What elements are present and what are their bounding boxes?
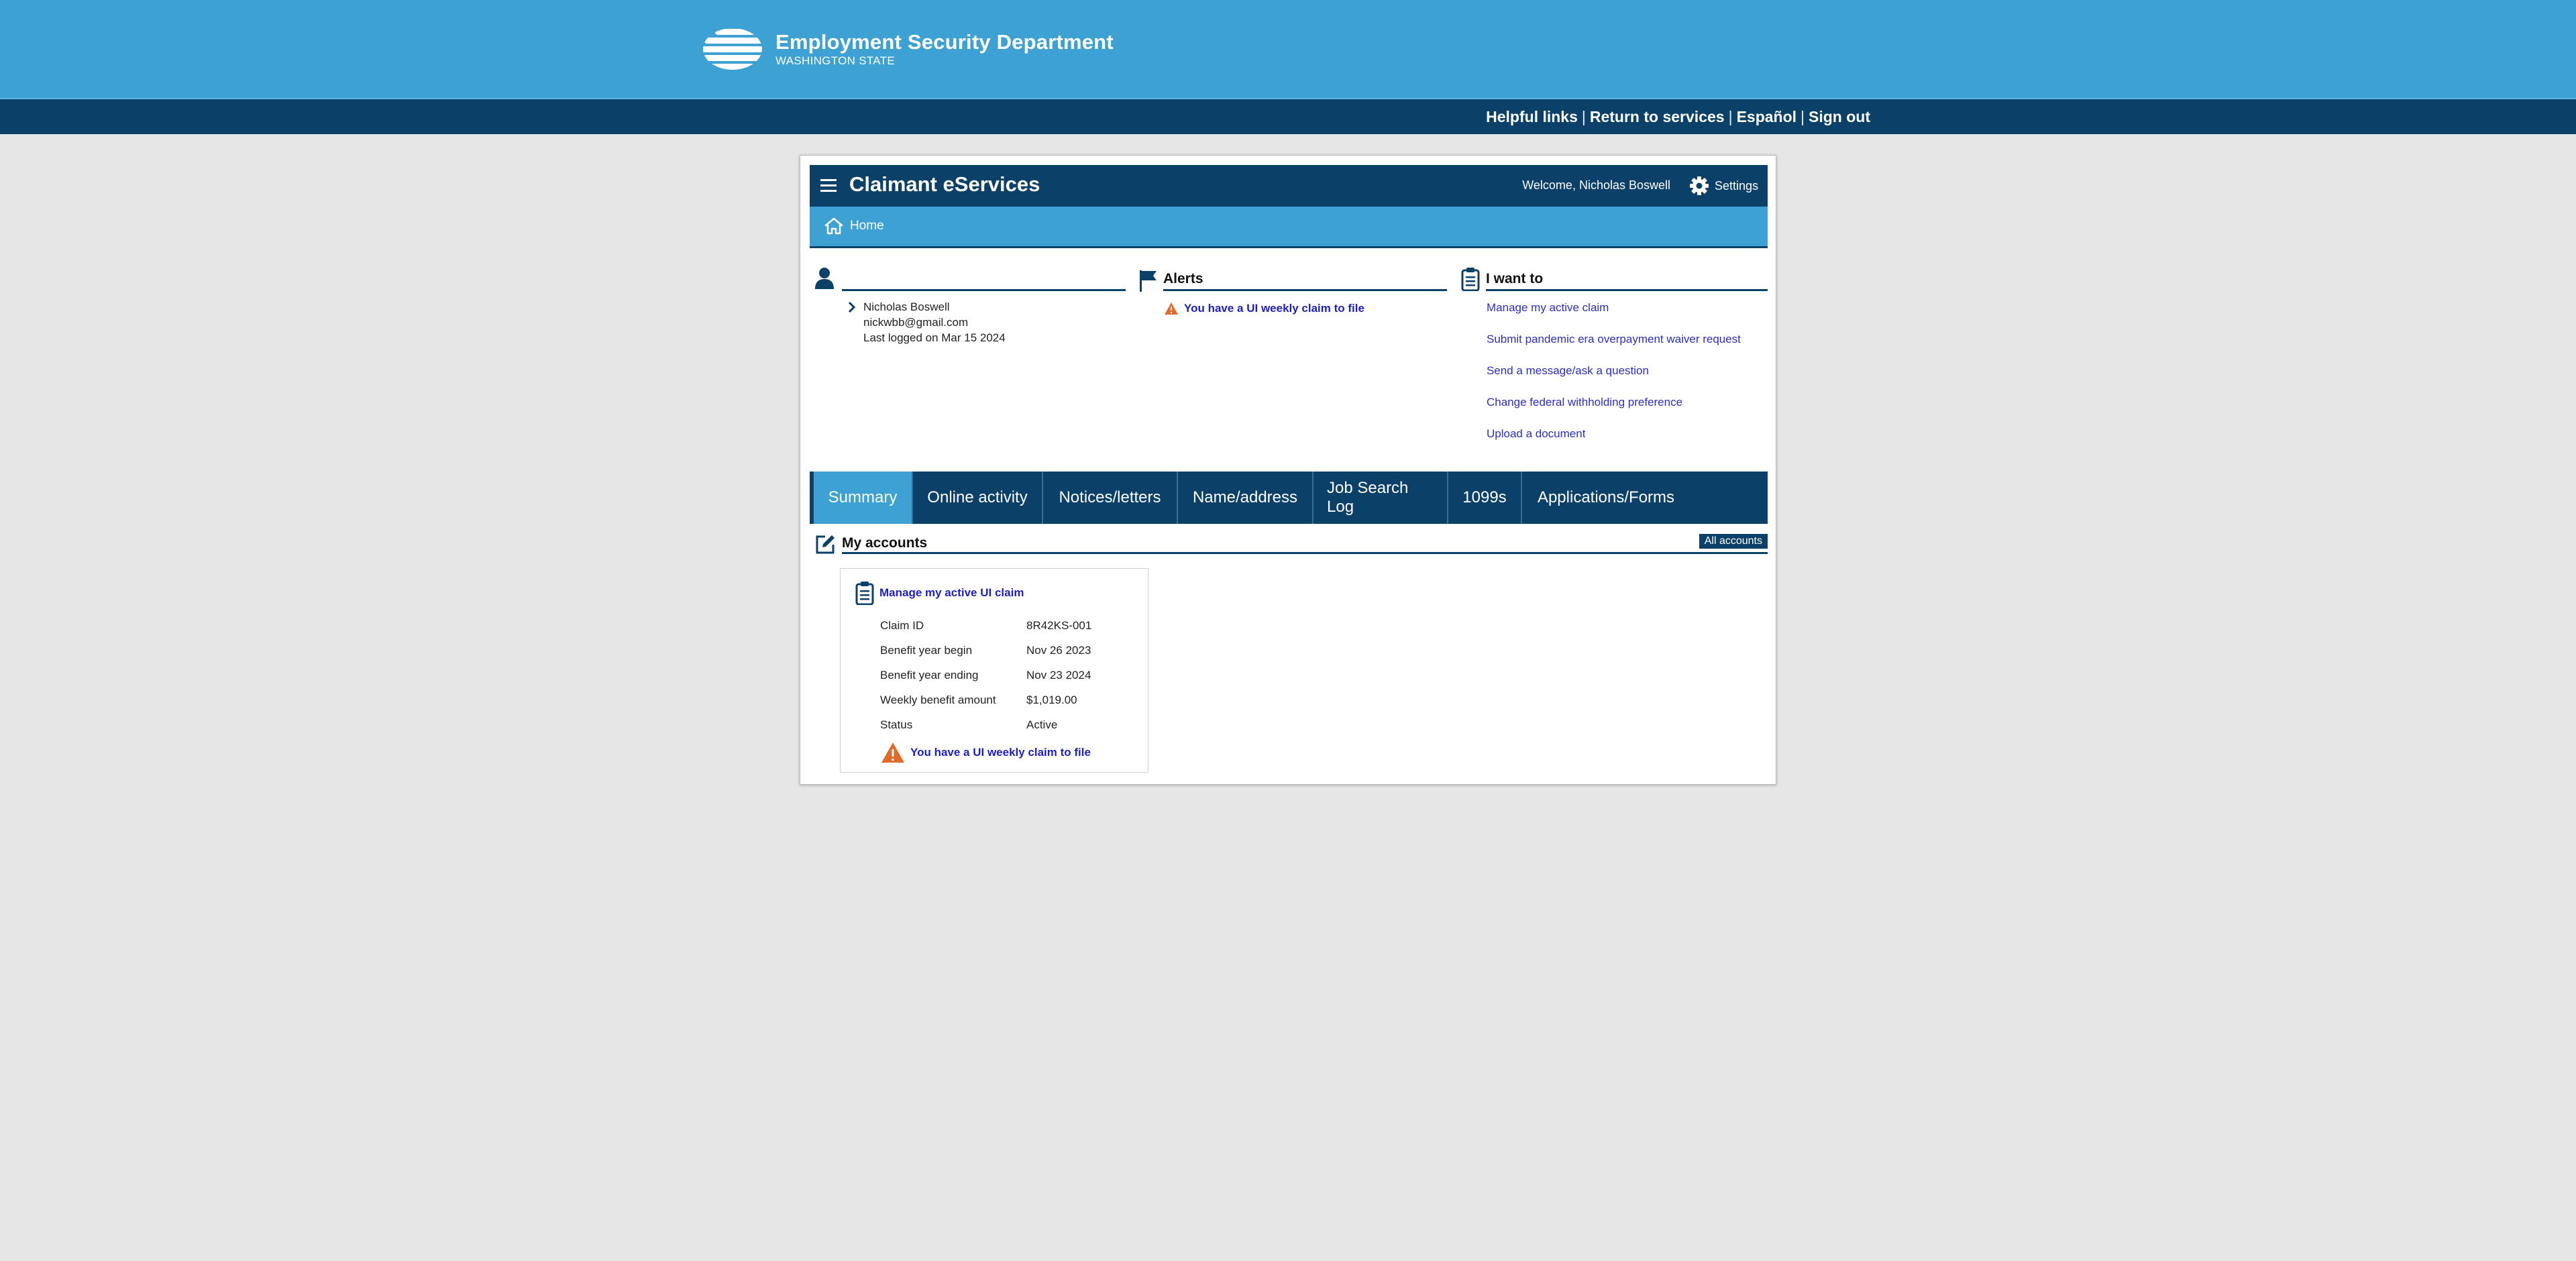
separator: | [1801, 107, 1805, 125]
user-icon [815, 268, 834, 289]
breadcrumb-home-label: Home [850, 219, 884, 233]
alert-item[interactable]: You have a UI weekly claim to file [1164, 302, 1364, 315]
welcome-text: Welcome, Nicholas Boswell [1522, 178, 1670, 192]
card-alert[interactable]: You have a UI weekly claim to file [881, 742, 1091, 763]
main-panel: Claimant eServices Welcome, Nicholas Bos… [800, 155, 1776, 785]
gear-icon [1689, 176, 1709, 195]
last-login: Last logged on Mar 15 2024 [863, 331, 1006, 344]
status-value: Active [1026, 718, 1058, 731]
helpful-links-link[interactable]: Helpful links [1486, 108, 1578, 126]
warning-icon [881, 743, 904, 763]
i-want-to-links: Manage my active claim Submit pandemic e… [1487, 300, 1741, 458]
org-name: Employment Security Department [775, 30, 1114, 54]
flag-icon [1140, 270, 1157, 292]
return-to-services-link[interactable]: Return to services [1590, 108, 1725, 126]
upload-document-link[interactable]: Upload a document [1487, 427, 1741, 458]
utility-bar: Helpful links | Return to services | Esp… [0, 98, 2576, 134]
user-info: Nicholas Boswell nickwbb@gmail.com Last … [863, 299, 1006, 345]
esd-logo-icon [703, 29, 762, 70]
utility-nav: Helpful links | Return to services | Esp… [1486, 99, 1870, 134]
clipboard-icon [1461, 268, 1480, 291]
separator: | [1728, 107, 1733, 125]
i-want-to-heading: I want to [1486, 271, 1768, 291]
tab-notices-letters[interactable]: Notices/letters [1043, 472, 1178, 524]
withholding-preference-link[interactable]: Change federal withholding preference [1487, 395, 1741, 427]
tab-1099s[interactable]: 1099s [1448, 472, 1522, 524]
weekly-benefit-value: $1,019.00 [1026, 694, 1077, 706]
my-accounts-title: My accounts [842, 535, 928, 551]
benefit-year-ending-value: Nov 23 2024 [1026, 669, 1091, 681]
send-message-link[interactable]: Send a message/ask a question [1487, 364, 1741, 395]
warning-icon [1165, 303, 1178, 315]
benefit-year-begin-label: Benefit year begin [880, 644, 973, 657]
org-sub: WASHINGTON STATE [775, 54, 895, 67]
esd-logo[interactable]: Employment Security Department WASHINGTO… [702, 25, 1118, 72]
claim-id-label: Claim ID [880, 619, 924, 632]
alerts-heading: Alerts [1163, 271, 1447, 291]
tab-bar: Summary Online activity Notices/letters … [810, 472, 1768, 524]
site-banner: Employment Security Department WASHINGTO… [0, 0, 2576, 98]
tab-summary[interactable]: Summary [810, 472, 913, 524]
overpayment-waiver-link[interactable]: Submit pandemic era overpayment waiver r… [1487, 332, 1741, 364]
settings-label: Settings [1714, 178, 1758, 193]
breadcrumb-bar: Home [810, 207, 1768, 248]
tab-job-search-log[interactable]: Job Search Log [1313, 472, 1448, 524]
tab-online-activity[interactable]: Online activity [913, 472, 1043, 524]
weekly-benefit-label: Weekly benefit amount [880, 694, 996, 706]
claim-id-value: 8R42KS-001 [1026, 619, 1092, 632]
manage-ui-claim-link[interactable]: Manage my active UI claim [879, 586, 1024, 600]
user-email: nickwbb@gmail.com [863, 316, 969, 329]
app-header: Claimant eServices Welcome, Nicholas Bos… [810, 165, 1768, 207]
my-accounts-heading: My accounts All accounts [842, 534, 1768, 554]
clipboard-icon [855, 582, 874, 605]
benefit-year-begin-value: Nov 26 2023 [1026, 644, 1091, 657]
edit-icon [816, 535, 835, 554]
app-title: Claimant eServices [849, 172, 1040, 196]
benefit-year-ending-label: Benefit year ending [880, 669, 979, 681]
chevron-right-icon[interactable] [846, 300, 858, 314]
claim-card: Manage my active UI claim Claim ID 8R42K… [840, 568, 1148, 773]
breadcrumb-home[interactable]: Home [824, 217, 884, 235]
status-label: Status [880, 718, 913, 731]
user-section-heading [842, 271, 1126, 291]
sign-out-link[interactable]: Sign out [1809, 108, 1870, 126]
user-name: Nicholas Boswell [863, 300, 950, 313]
alert-weekly-claim-link[interactable]: You have a UI weekly claim to file [1184, 302, 1364, 315]
manage-active-claim-link[interactable]: Manage my active claim [1487, 300, 1741, 332]
tab-applications-forms[interactable]: Applications/Forms [1522, 472, 1690, 524]
hamburger-menu-icon[interactable] [820, 179, 837, 193]
espanol-link[interactable]: Español [1737, 108, 1796, 126]
settings-button[interactable]: Settings [1689, 174, 1758, 197]
card-weekly-claim-link[interactable]: You have a UI weekly claim to file [910, 746, 1091, 759]
separator: | [1581, 107, 1586, 125]
all-accounts-button[interactable]: All accounts [1699, 534, 1768, 549]
home-icon [824, 217, 843, 235]
tab-name-address[interactable]: Name/address [1178, 472, 1313, 524]
